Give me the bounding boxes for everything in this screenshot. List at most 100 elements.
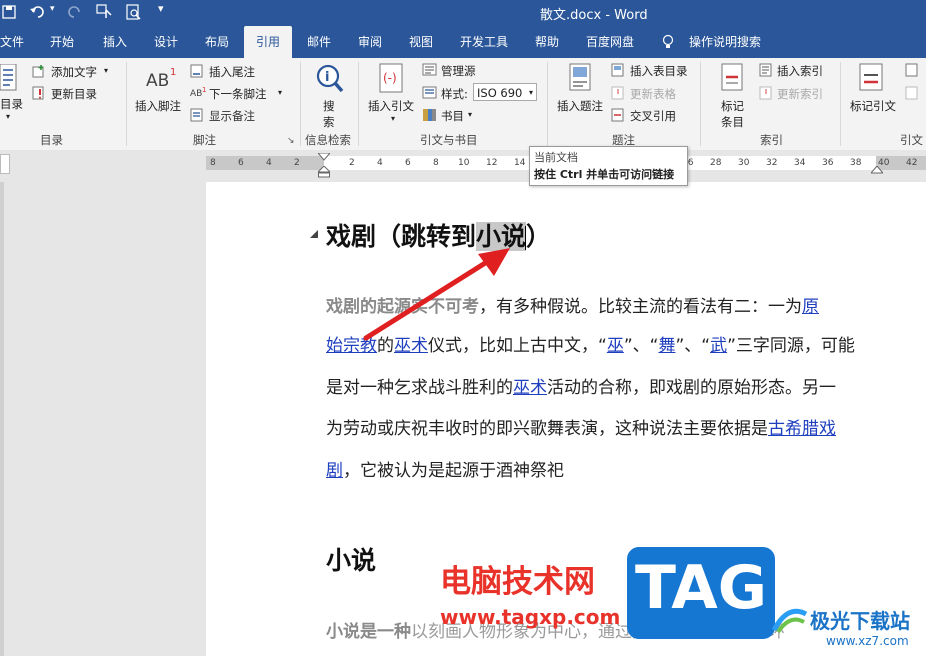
customize-qat-icon[interactable]: ▾: [158, 2, 164, 15]
insert-table-of-figures-button[interactable]: 插入表目录: [630, 63, 688, 79]
separator: [126, 62, 127, 146]
next-footnote-dropdown-icon[interactable]: ▾: [278, 88, 282, 97]
insert-citation-dropdown-icon[interactable]: ▾: [391, 114, 395, 123]
separator: [840, 62, 841, 146]
separator: [358, 62, 359, 146]
separator: [300, 62, 301, 146]
separator: [547, 62, 548, 146]
bibliography-dropdown-icon[interactable]: ▾: [468, 110, 472, 119]
tab-design[interactable]: 设计: [154, 26, 178, 58]
next-footnote-button[interactable]: 下一条脚注: [209, 86, 267, 102]
toc-dropdown-icon[interactable]: ▾: [6, 112, 10, 121]
next-footnote-icon: AB 1: [190, 86, 206, 99]
title-bar: ▾ ▾ 散文.docx - Word: [0, 0, 926, 26]
insert-caption-button[interactable]: 插入题注: [557, 98, 603, 114]
table-of-contents-icon[interactable]: [0, 64, 18, 92]
tab-review[interactable]: 审阅: [358, 26, 382, 58]
update-toc-button[interactable]: 更新目录: [51, 86, 97, 102]
hyperlink[interactable]: 巫: [607, 336, 624, 356]
insert-endnote-button[interactable]: 插入尾注: [209, 64, 255, 80]
hyperlink[interactable]: 古希腊戏: [768, 419, 836, 439]
hyperlink[interactable]: 舞: [658, 336, 675, 356]
add-text-button[interactable]: 添加文字: [51, 64, 97, 80]
insert-citation-icon: (-): [379, 63, 403, 93]
paragraph-line[interactable]: 是对一种乞求战斗胜利的巫术活动的合称，即戏剧的原始形态。另一: [326, 373, 836, 398]
collapse-heading-icon[interactable]: [309, 229, 319, 239]
save-icon[interactable]: [2, 5, 16, 19]
insert-footnote-icon: AB 1: [146, 67, 176, 90]
svg-text:i: i: [325, 70, 329, 85]
tab-home[interactable]: 开始: [50, 26, 74, 58]
mark-entry-button-top[interactable]: 标记: [721, 98, 744, 114]
update-toc-icon: [32, 86, 44, 100]
tab-insert[interactable]: 插入: [103, 26, 127, 58]
hyperlink[interactable]: 武: [710, 336, 727, 356]
insert-index-button[interactable]: 插入索引: [777, 63, 823, 79]
insert-toa-icon: [905, 63, 918, 77]
touch-mode-icon[interactable]: [96, 4, 114, 20]
vertical-ruler-edge: [0, 182, 4, 656]
tab-layout[interactable]: 布局: [205, 26, 229, 58]
group-index-label: 索引: [760, 133, 783, 147]
hanging-indent-marker-icon[interactable]: [318, 166, 330, 178]
lightbulb-icon: [662, 34, 674, 48]
separator: [700, 62, 701, 146]
print-preview-icon[interactable]: [126, 4, 142, 21]
insert-footnote-button[interactable]: 插入脚注: [135, 98, 181, 114]
show-notes-button[interactable]: 显示备注: [209, 108, 255, 124]
first-line-indent-marker-icon[interactable]: [318, 153, 330, 161]
paragraph-line[interactable]: 为劳动或庆祝丰收时的即兴歌舞表演，这种说法主要依据是古希腊戏: [326, 414, 836, 439]
hyperlink[interactable]: 原: [802, 297, 819, 317]
search-button-bottom[interactable]: 索: [323, 114, 335, 130]
search-icon[interactable]: i: [315, 64, 345, 94]
hyperlink[interactable]: 剧: [326, 461, 343, 481]
add-text-icon: [32, 65, 44, 78]
ruler-margin-left: [206, 156, 324, 170]
group-toa-label: 引文: [900, 133, 923, 147]
cross-reference-button[interactable]: 交叉引用: [630, 108, 676, 124]
tab-baidu-netdisk[interactable]: 百度网盘: [586, 26, 634, 58]
svg-text:(-): (-): [383, 71, 397, 85]
app-name: Word: [614, 8, 648, 23]
horizontal-ruler[interactable]: 8 6 4 2 2 4 6 8 10 12 14 16 26 28 30 32 …: [0, 150, 926, 180]
ribbon-references: 目录 ▾ 添加文字 ▾ 更新目录 目录 AB 1 插入脚注 插入尾注 AB 1 下一…: [0, 58, 926, 151]
tell-me-search[interactable]: 操作说明搜索: [689, 26, 761, 58]
tab-view[interactable]: 视图: [409, 26, 433, 58]
insert-endnote-icon: [190, 64, 203, 78]
tab-help[interactable]: 帮助: [535, 26, 559, 58]
style-select[interactable]: ISO 690 ▾: [473, 83, 537, 101]
show-notes-icon: [190, 108, 203, 122]
group-footnotes-label: 脚注: [193, 133, 216, 147]
watermark-site-url: www.tagxp.com: [440, 605, 621, 629]
search-button-top[interactable]: 搜: [323, 98, 335, 114]
tab-file[interactable]: 文件: [0, 26, 24, 58]
watermark-right-brand: 极光下载站: [810, 609, 910, 633]
tab-developer[interactable]: 开发工具: [460, 26, 508, 58]
update-table-button[interactable]: 更新表格: [630, 86, 676, 102]
bibliography-button[interactable]: 书目: [441, 108, 464, 124]
watermark-site-name: 电脑技术网: [440, 564, 595, 600]
style-icon: [422, 86, 437, 99]
add-text-dropdown-icon[interactable]: ▾: [104, 66, 108, 75]
update-table-icon: [611, 86, 624, 100]
insert-caption-icon: [569, 63, 591, 91]
update-index-button[interactable]: 更新索引: [777, 86, 823, 102]
paragraph-line[interactable]: 剧，它被认为是起源于酒神祭祀: [326, 456, 564, 481]
group-research-label: 信息检索: [305, 133, 351, 147]
tab-references[interactable]: 引用: [244, 26, 292, 58]
svg-text:1: 1: [170, 67, 176, 78]
hyperlink[interactable]: 巫术: [513, 378, 547, 398]
style-dropdown-icon[interactable]: ▾: [529, 84, 533, 102]
redo-icon[interactable]: [66, 5, 82, 19]
toc-button[interactable]: 目录: [0, 96, 23, 112]
undo-icon[interactable]: [30, 5, 46, 19]
heading-novel[interactable]: 小说: [326, 541, 376, 577]
mark-entry-button-bottom[interactable]: 条目: [721, 114, 744, 130]
svg-text:1: 1: [202, 86, 206, 94]
undo-dropdown-icon[interactable]: ▾: [50, 4, 55, 14]
manage-sources-button[interactable]: 管理源: [441, 63, 476, 79]
mark-citation-button[interactable]: 标记引文: [850, 98, 896, 114]
insert-citation-button[interactable]: 插入引文: [368, 98, 414, 114]
footnote-dialog-launcher-icon[interactable]: ↘: [287, 136, 295, 146]
tab-mailings[interactable]: 邮件: [307, 26, 331, 58]
